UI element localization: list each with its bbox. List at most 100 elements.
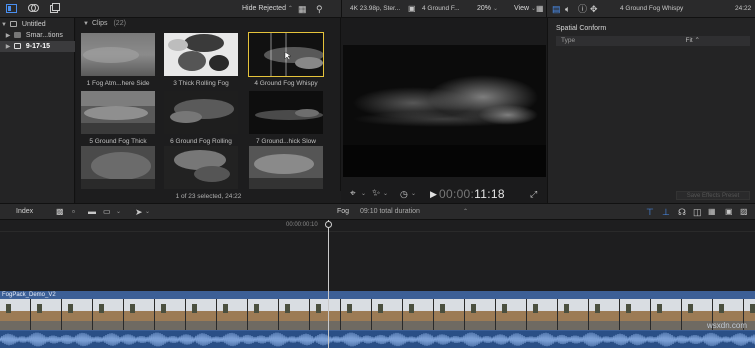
insert-clip-icon[interactable]: ▫ bbox=[72, 203, 75, 221]
snapping-icon[interactable]: ◫ bbox=[693, 203, 702, 221]
viewer-clip-name: 4 Ground F... bbox=[422, 5, 460, 12]
library-icon bbox=[9, 21, 17, 28]
library-item-untitled[interactable]: ▼ Untitled bbox=[0, 19, 75, 30]
filmstrip-frame bbox=[589, 299, 620, 330]
timeline-ruler[interactable]: 00:00:00:10 bbox=[0, 220, 755, 232]
photos-icon[interactable] bbox=[28, 0, 39, 18]
clip-appearance-icon[interactable]: ▦ bbox=[708, 203, 716, 221]
thumbnail-image bbox=[81, 33, 155, 76]
select-tool-icon[interactable]: ➤ bbox=[135, 203, 143, 221]
libraries-sidebar: ▼ Untitled ▶ Smar...tions ▶ 9-17-15 bbox=[0, 18, 75, 203]
playhead-handle[interactable] bbox=[325, 221, 332, 228]
thumbnail-image bbox=[164, 91, 238, 134]
crop-icon[interactable]: ⌖ bbox=[350, 185, 356, 203]
clip-thumbnail[interactable]: 7 Ground...hick Slow bbox=[249, 91, 323, 146]
audio-skimming-icon[interactable]: ⊥ bbox=[662, 203, 670, 221]
append-clip-icon[interactable]: ▬ bbox=[88, 203, 96, 221]
clip-thumbnail-selected[interactable]: 4 Ground Fog Whispy bbox=[248, 32, 324, 88]
library-item-event[interactable]: ▶ 9-17-15 bbox=[0, 41, 75, 52]
timeline[interactable]: 00:00:00:10 FogPack_Demo_V2 wsxdn.com bbox=[0, 220, 755, 348]
index-button[interactable]: Index bbox=[16, 203, 33, 221]
filmstrip-frame bbox=[217, 299, 248, 330]
clip-thumbnail[interactable]: 6 Ground Fog Rolling bbox=[164, 91, 238, 146]
hide-rejected-dropdown[interactable]: Hide Rejected ⌃ bbox=[242, 0, 293, 18]
filmstrip-frame bbox=[341, 299, 372, 330]
filmstrip-view-icon[interactable]: ▦ bbox=[298, 0, 307, 18]
transform-icon[interactable]: ✥ bbox=[590, 0, 598, 18]
chevron-down-icon[interactable]: ⌄ bbox=[361, 185, 366, 203]
viewer: ⌖ ⌄ ✨︎ ⌄ ◷ ⌄ ▶ 00:00:11:18 ⤢ bbox=[342, 18, 546, 203]
clip-thumbnail[interactable]: 3 Thick Rolling Fog bbox=[164, 33, 238, 88]
total-duration: 09:10 total duration bbox=[360, 208, 420, 215]
timecode-lit: 11:18 bbox=[474, 187, 505, 201]
clip-thumbnail[interactable] bbox=[164, 146, 238, 189]
filmstrip-frame bbox=[434, 299, 465, 330]
retime-icon[interactable]: ◷ bbox=[400, 185, 408, 203]
clip-label: 3 Thick Rolling Fog bbox=[173, 80, 229, 87]
thumbnail-image bbox=[164, 146, 238, 189]
chevron-down-icon[interactable]: ⌄ bbox=[411, 185, 416, 203]
clip-icon: ▣ bbox=[408, 4, 416, 13]
browser-status: 1 of 23 selected, 24:22 bbox=[76, 191, 341, 203]
transitions-browser-icon[interactable]: ▨ bbox=[740, 203, 748, 221]
clip-count: (22) bbox=[113, 20, 126, 27]
project-name: Fog bbox=[337, 208, 350, 215]
timecode-dim: 00:00: bbox=[439, 187, 475, 201]
viewer-frame bbox=[343, 45, 546, 177]
overwrite-clip-icon[interactable]: ▭ bbox=[103, 203, 111, 221]
clip-label: 4 Ground Fog Whispy bbox=[254, 80, 318, 87]
clip-thumbnail[interactable]: 5 Ground Fog Thick bbox=[81, 91, 155, 146]
filmstrip-frame bbox=[310, 299, 341, 330]
search-icon[interactable]: ⚲ bbox=[316, 0, 323, 18]
libraries-icon[interactable] bbox=[6, 0, 17, 18]
filmstrip-frame bbox=[651, 299, 682, 330]
connect-clip-icon[interactable]: ▩ bbox=[56, 203, 64, 221]
clip-label: 1 Fog Atm...here Side bbox=[86, 80, 150, 87]
library-item-smart-collections[interactable]: ▶ Smar...tions bbox=[0, 30, 75, 41]
disclosure-closed-icon[interactable]: ▶ bbox=[4, 42, 12, 53]
chevron-up-icon[interactable]: ⌃ bbox=[463, 203, 468, 221]
thumbnail-image bbox=[249, 91, 323, 134]
clip-thumbnail[interactable] bbox=[81, 146, 155, 189]
enhance-icon[interactable]: ✨︎ bbox=[372, 185, 380, 203]
playhead[interactable] bbox=[328, 220, 329, 348]
timecode-display[interactable]: 00:00:11:18 bbox=[439, 185, 505, 203]
inspector: Spatial Conform Type Fit ⌃ Save Effects … bbox=[547, 18, 755, 203]
filmstrip-frame bbox=[62, 299, 93, 330]
timeline-clip[interactable]: FogPack_Demo_V2 bbox=[0, 291, 755, 348]
view-dropdown[interactable]: View ⌄ bbox=[514, 0, 536, 18]
filmstrip-frame bbox=[0, 299, 31, 330]
filmstrip-frame bbox=[248, 299, 279, 330]
chevron-down-icon[interactable]: ⌄ bbox=[116, 203, 121, 221]
filmstrip-frame bbox=[558, 299, 589, 330]
titles-icon[interactable] bbox=[50, 0, 60, 18]
clip-thumbnail[interactable]: 1 Fog Atm...here Side bbox=[81, 33, 155, 88]
effects-browser-icon[interactable]: ▣ bbox=[725, 203, 733, 221]
inspector-clip-name: 4 Ground Fog Whispy bbox=[620, 5, 684, 12]
ruler-timecode: 00:00:00:10 bbox=[286, 222, 318, 228]
clip-thumbnail[interactable] bbox=[249, 146, 323, 189]
event-icon bbox=[13, 43, 21, 50]
filmstrip-frame bbox=[527, 299, 558, 330]
play-icon[interactable]: ▶ bbox=[430, 185, 437, 203]
chevron-down-icon[interactable]: ⌄ bbox=[145, 203, 150, 221]
filmstrip-frame bbox=[620, 299, 651, 330]
viewer-options-icon[interactable]: ▦ bbox=[536, 0, 544, 18]
clip-browser: ▼ Clips (22) 1 Fog Atm...here Side 3 Thi… bbox=[76, 18, 341, 203]
hide-rejected-label: Hide Rejected bbox=[242, 5, 286, 12]
top-toolbar: Hide Rejected ⌃ ▦ ⚲ 4K 23.98p, Ster... ▣… bbox=[0, 0, 755, 18]
video-inspector-icon[interactable]: ▤ bbox=[552, 0, 561, 18]
type-value-dropdown[interactable]: Fit ⌃ bbox=[686, 36, 700, 46]
chevron-down-icon[interactable]: ⌄ bbox=[383, 185, 388, 203]
filmstrip-frame bbox=[496, 299, 527, 330]
audio-inspector-icon[interactable]: 🔈︎ bbox=[565, 0, 570, 18]
headphones-icon[interactable]: ☊ bbox=[678, 203, 686, 221]
collapse-icon[interactable]: ▼ bbox=[82, 18, 90, 30]
save-effects-preset-button[interactable]: Save Effects Preset bbox=[676, 191, 750, 200]
browser-header: ▼ Clips (22) bbox=[76, 18, 341, 30]
spatial-conform-type-row[interactable]: Type Fit ⌃ bbox=[556, 36, 750, 46]
zoom-dropdown[interactable]: 20% ⌄ bbox=[477, 0, 498, 18]
fullscreen-icon[interactable]: ⤢ bbox=[530, 185, 537, 203]
info-inspector-icon[interactable]: ⓘ bbox=[578, 0, 587, 18]
skimming-icon[interactable]: ⊤ bbox=[646, 203, 654, 221]
